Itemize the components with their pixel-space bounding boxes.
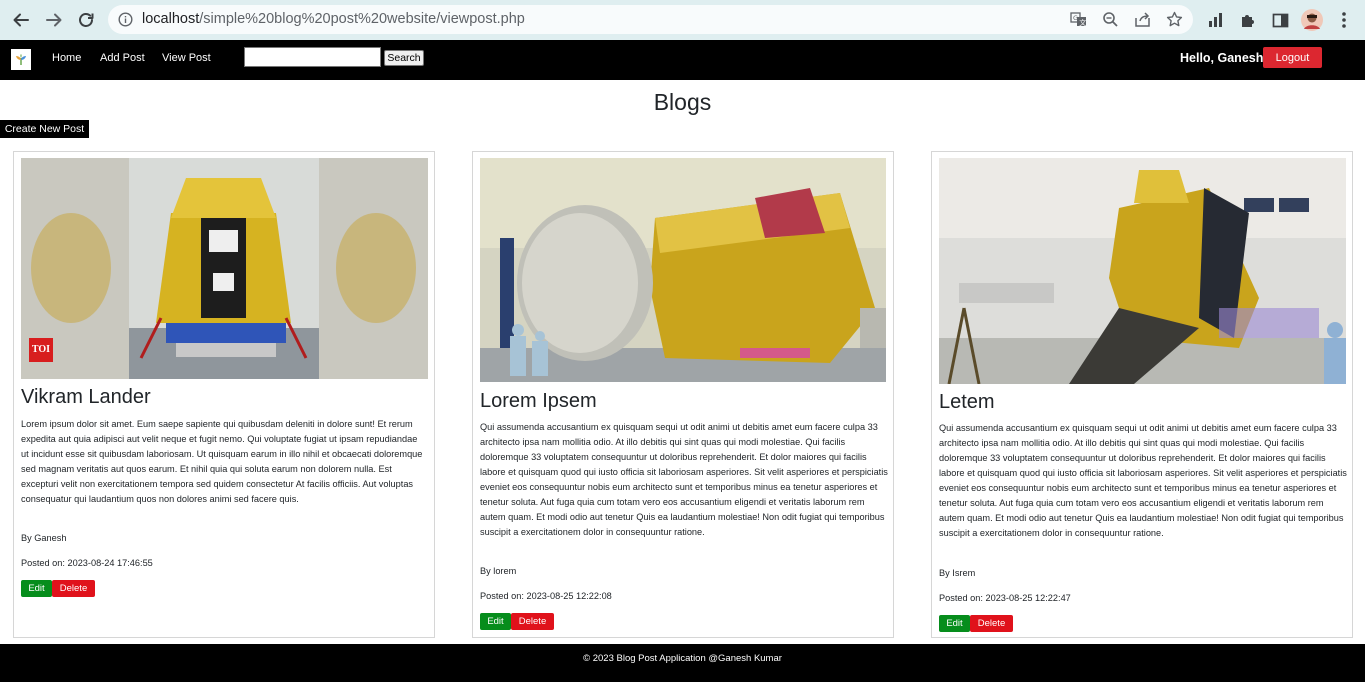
post-image bbox=[939, 158, 1346, 384]
post-image: TOI bbox=[21, 158, 428, 379]
profile-avatar[interactable] bbox=[1301, 9, 1323, 31]
url-text: localhost/simple%20blog%20post%20website… bbox=[142, 11, 525, 27]
edit-button[interactable]: Edit bbox=[480, 613, 511, 630]
more-menu-icon[interactable] bbox=[1333, 9, 1355, 31]
post-author: By Ganesh bbox=[21, 533, 67, 543]
post-author: By lorem bbox=[480, 566, 517, 576]
logout-button[interactable]: Logout bbox=[1263, 47, 1322, 68]
post-image bbox=[480, 158, 886, 382]
nav-view-post-link[interactable]: View Post bbox=[162, 52, 211, 64]
translate-icon[interactable]: 文G bbox=[1070, 11, 1087, 33]
post-card: TOI Vikram Lander Lorem ipsum dolor sit … bbox=[13, 151, 435, 638]
post-body: Qui assumenda accusantium ex quisquam se… bbox=[480, 422, 888, 537]
toi-badge: TOI bbox=[31, 344, 51, 355]
create-new-post-button[interactable]: Create New Post bbox=[0, 120, 89, 138]
site-navbar: Home Add Post View Post Search Hello, Ga… bbox=[0, 40, 1365, 80]
page-title: Blogs bbox=[653, 89, 712, 115]
address-bar[interactable]: localhost/simple%20blog%20post%20website… bbox=[108, 5, 1193, 34]
svg-text:文: 文 bbox=[1079, 18, 1086, 27]
nav-home-link[interactable]: Home bbox=[52, 52, 81, 64]
post-body: Qui assumenda accusantium ex quisquam se… bbox=[939, 423, 1347, 538]
post-date: Posted on: 2023-08-25 12:22:47 bbox=[939, 593, 1071, 603]
bookmark-star-icon[interactable] bbox=[1166, 11, 1183, 33]
post-title: Lorem Ipsem bbox=[480, 390, 597, 412]
extension-ribbon-icon[interactable] bbox=[1205, 9, 1227, 31]
user-greeting: Hello, Ganesh bbox=[1180, 51, 1264, 65]
post-author: By Isrem bbox=[939, 568, 976, 578]
post-title: Vikram Lander bbox=[21, 386, 151, 408]
post-date: Posted on: 2023-08-24 17:46:55 bbox=[21, 558, 153, 568]
search-button[interactable]: Search bbox=[384, 50, 424, 66]
site-footer: © 2023 Blog Post Application @Ganesh Kum… bbox=[0, 644, 1365, 682]
extensions-puzzle-icon[interactable] bbox=[1237, 9, 1259, 31]
side-panel-icon[interactable] bbox=[1269, 9, 1291, 31]
share-icon[interactable] bbox=[1134, 11, 1151, 33]
browser-toolbar: localhost/simple%20blog%20post%20website… bbox=[0, 0, 1365, 40]
zoom-icon[interactable] bbox=[1102, 11, 1119, 33]
footer-copyright: © 2023 Blog Post Application @Ganesh Kum… bbox=[583, 653, 782, 664]
search-input[interactable] bbox=[244, 47, 381, 67]
edit-button[interactable]: Edit bbox=[21, 580, 52, 597]
delete-button[interactable]: Delete bbox=[511, 613, 554, 630]
post-card: Letem Qui assumenda accusantium ex quisq… bbox=[931, 151, 1353, 638]
post-date: Posted on: 2023-08-25 12:22:08 bbox=[480, 591, 612, 601]
brand-logo[interactable] bbox=[11, 49, 31, 70]
delete-button[interactable]: Delete bbox=[970, 615, 1013, 632]
info-icon[interactable] bbox=[118, 12, 133, 32]
forward-arrow-icon[interactable] bbox=[43, 9, 65, 31]
post-title: Letem bbox=[939, 391, 995, 413]
post-card: Lorem Ipsem Qui assumenda accusantium ex… bbox=[472, 151, 894, 638]
svg-text:G: G bbox=[1073, 14, 1078, 22]
reload-icon[interactable] bbox=[75, 9, 97, 31]
post-body: Lorem ipsum dolor sit amet. Eum saepe sa… bbox=[21, 419, 423, 504]
back-arrow-icon[interactable] bbox=[10, 9, 32, 31]
delete-button[interactable]: Delete bbox=[52, 580, 95, 597]
nav-add-post-link[interactable]: Add Post bbox=[100, 52, 145, 64]
edit-button[interactable]: Edit bbox=[939, 615, 970, 632]
